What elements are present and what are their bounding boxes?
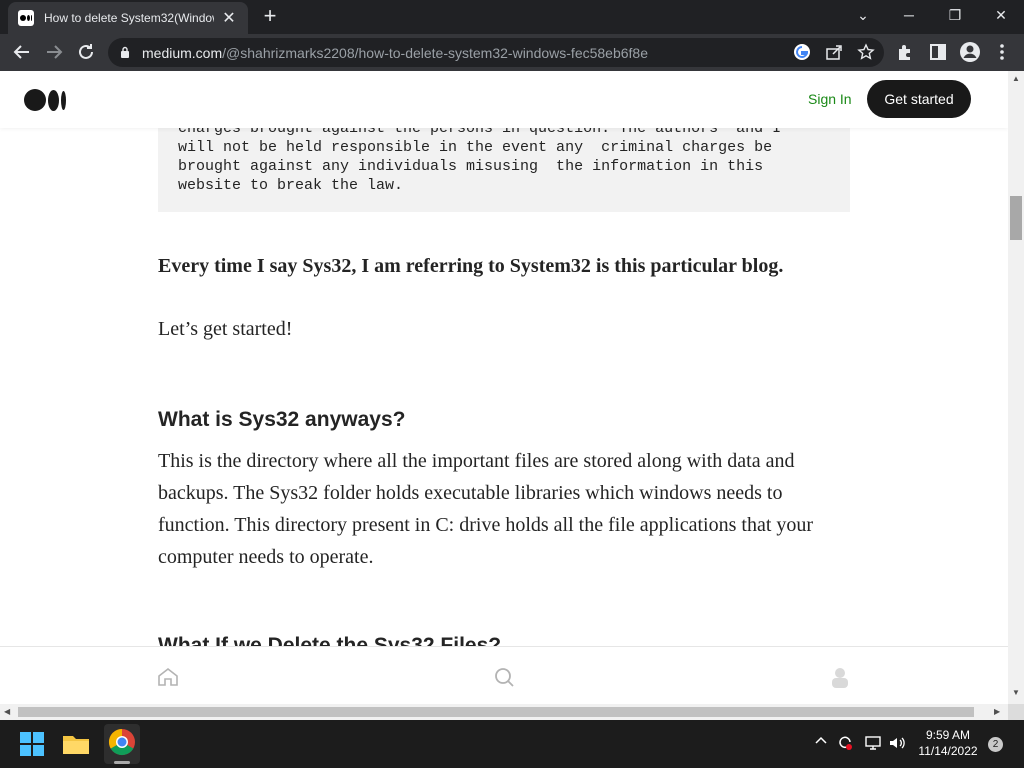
google-lens-icon[interactable] bbox=[792, 43, 812, 63]
scroll-down-arrow-icon[interactable]: ▼ bbox=[1012, 688, 1020, 697]
side-panel-button[interactable] bbox=[926, 40, 950, 64]
browser-tab-active[interactable]: How to delete System32(Window ✕ bbox=[8, 2, 248, 34]
medium-favicon-icon bbox=[18, 10, 34, 26]
extensions-button[interactable] bbox=[894, 40, 918, 64]
horizontal-scroll-thumb[interactable] bbox=[18, 707, 974, 717]
clock-time: 9:59 AM bbox=[925, 728, 971, 742]
scrollbar-corner bbox=[1008, 704, 1024, 720]
vertical-scroll-thumb[interactable] bbox=[1010, 196, 1022, 240]
active-app-indicator bbox=[114, 761, 130, 764]
chrome-taskbar-item[interactable] bbox=[104, 724, 140, 764]
lock-icon bbox=[121, 46, 129, 58]
network-icon[interactable] bbox=[864, 734, 882, 755]
paragraph: Let’s get started! bbox=[158, 318, 293, 340]
share-icon[interactable] bbox=[824, 43, 844, 63]
puzzle-icon bbox=[899, 45, 910, 60]
paragraph: This is the directory where all the impo… bbox=[158, 450, 814, 568]
tab-search-dropdown-icon[interactable]: ⌄ bbox=[849, 4, 877, 26]
sync-icon[interactable] bbox=[836, 734, 854, 755]
bold-paragraph: Every time I say Sys32, I am referring t… bbox=[158, 255, 784, 277]
page-viewport: charges brought against the persons in q… bbox=[0, 71, 1008, 704]
profile-button[interactable] bbox=[958, 40, 982, 64]
profile-icon bbox=[960, 42, 980, 62]
forward-button[interactable] bbox=[42, 40, 66, 64]
medium-logo[interactable] bbox=[24, 88, 66, 112]
windows-start-icon[interactable] bbox=[16, 728, 48, 760]
volume-icon[interactable] bbox=[888, 734, 906, 755]
kebab-menu-icon bbox=[1000, 44, 1004, 60]
url-text: medium.com/@shahrizmarks2208/how-to-dele… bbox=[142, 45, 648, 61]
tab-close-icon[interactable]: ✕ bbox=[220, 8, 238, 28]
code-text: charges brought against the persons in q… bbox=[178, 120, 782, 194]
scroll-left-arrow-icon[interactable]: ◀ bbox=[4, 707, 10, 716]
new-tab-button[interactable]: + bbox=[258, 5, 282, 28]
browser-toolbar: medium.com/@shahrizmarks2208/how-to-dele… bbox=[0, 34, 1024, 71]
forward-arrow-icon bbox=[47, 45, 63, 59]
sign-in-link[interactable]: Sign In bbox=[808, 91, 852, 107]
vertical-scrollbar[interactable]: ▲ ▼ bbox=[1008, 71, 1024, 704]
chrome-menu-button[interactable] bbox=[990, 40, 1014, 64]
section-heading: What is Sys32 anyways? bbox=[158, 408, 406, 431]
windows-taskbar: 9:59 AM 11/14/2022 2 bbox=[0, 720, 1024, 768]
bookmark-star-icon[interactable] bbox=[856, 43, 876, 63]
back-button[interactable] bbox=[10, 40, 34, 64]
file-explorer-icon[interactable] bbox=[60, 728, 92, 760]
close-window-button[interactable]: ✕ bbox=[987, 4, 1015, 26]
address-bar[interactable]: medium.com/@shahrizmarks2208/how-to-dele… bbox=[108, 38, 884, 67]
search-icon[interactable] bbox=[492, 665, 516, 689]
scroll-right-arrow-icon[interactable]: ▶ bbox=[994, 707, 1000, 716]
browser-tab-strip: How to delete System32(Window ✕ + ⌄ ─ ❐ … bbox=[0, 0, 1024, 34]
medium-header: Sign In Get started bbox=[0, 71, 1008, 128]
system-clock[interactable]: 9:59 AM 11/14/2022 bbox=[912, 727, 984, 759]
avatar-icon[interactable] bbox=[828, 665, 852, 689]
tab-title: How to delete System32(Window bbox=[44, 11, 214, 25]
horizontal-scrollbar[interactable]: ◀ ▶ bbox=[0, 704, 1008, 720]
back-arrow-icon bbox=[13, 45, 29, 59]
clock-date: 11/14/2022 bbox=[918, 744, 978, 758]
home-icon[interactable] bbox=[156, 665, 180, 689]
tray-overflow-chevron-icon[interactable] bbox=[814, 734, 828, 751]
get-started-button[interactable]: Get started bbox=[867, 80, 971, 118]
side-panel-icon bbox=[930, 44, 946, 60]
chrome-app-icon bbox=[108, 728, 135, 756]
scroll-up-arrow-icon[interactable]: ▲ bbox=[1012, 74, 1020, 83]
notification-badge[interactable]: 2 bbox=[988, 737, 1003, 752]
restore-button[interactable]: ❐ bbox=[941, 4, 969, 26]
reload-icon bbox=[79, 44, 93, 59]
reload-button[interactable] bbox=[74, 40, 98, 64]
bottom-nav-bar bbox=[0, 646, 1008, 704]
minimize-button[interactable]: ─ bbox=[895, 4, 923, 26]
